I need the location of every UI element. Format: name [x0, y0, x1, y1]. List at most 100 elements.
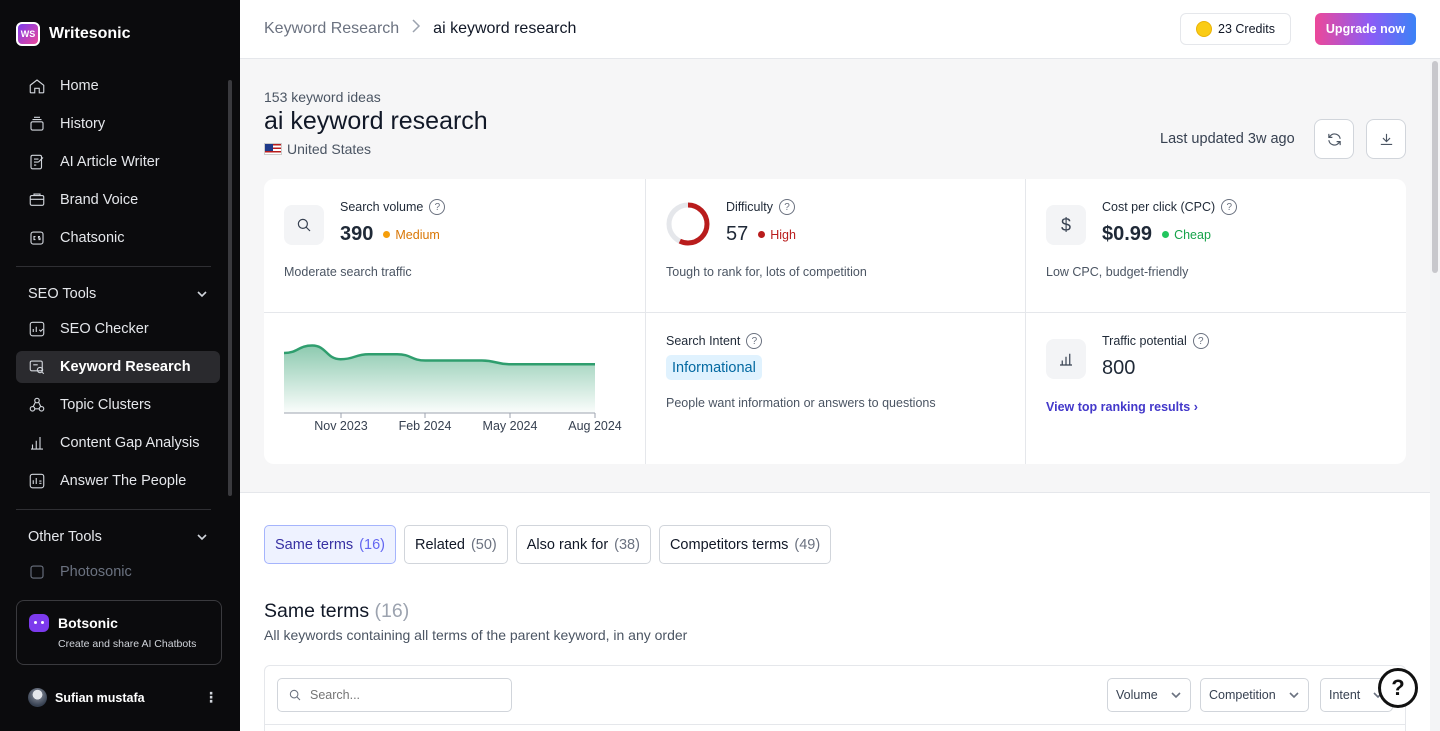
refresh-icon — [1327, 132, 1341, 146]
brand-name: Writesonic — [49, 25, 131, 42]
sidebar-item-answer-the-people[interactable]: Answer The People — [16, 465, 220, 497]
sidebar-item-label: Brand Voice — [60, 192, 139, 208]
sidebar-item-ai-article-writer[interactable]: AI Article Writer — [16, 146, 220, 178]
metrics-card: Search volume ? 390 Medium Moderate sear… — [264, 179, 1406, 464]
search-intent-label: Search Intent — [666, 334, 741, 348]
sidebar-item-chatsonic[interactable]: Chatsonic — [16, 222, 220, 254]
brand[interactable]: WS Writesonic — [16, 22, 131, 46]
search-icon — [284, 205, 324, 245]
chevron-down-icon — [196, 531, 208, 543]
tab-competitors-terms[interactable]: Competitors terms (49) — [658, 525, 832, 564]
refresh-button[interactable] — [1314, 119, 1354, 159]
credits-button[interactable]: 23 Credits — [1180, 13, 1291, 45]
competition-filter[interactable]: Competition — [1200, 678, 1309, 712]
sidebar-divider — [16, 509, 211, 510]
breadcrumb-current: ai keyword research — [433, 19, 577, 37]
sidebar-item-label: AI Article Writer — [60, 154, 160, 170]
x-tick-label: Aug 2024 — [568, 419, 622, 433]
tab-same-terms[interactable]: Same terms (16) — [264, 525, 396, 564]
sidebar-item-home[interactable]: Home — [16, 70, 220, 102]
help-circle-icon[interactable]: ? — [779, 199, 796, 215]
tab-count: (16) — [359, 536, 385, 553]
sidebar-item-photosonic[interactable]: Photosonic — [16, 556, 220, 588]
tab-also-rank-for[interactable]: Also rank for (38) — [515, 525, 651, 564]
dollar-icon: $ — [1046, 205, 1086, 245]
chevron-right-icon — [411, 19, 421, 38]
x-tick-label: Feb 2024 — [399, 419, 452, 433]
help-circle-icon[interactable]: ? — [1192, 333, 1209, 349]
cpc-desc: Low CPC, budget-friendly — [1046, 265, 1189, 279]
tab-count: (38) — [614, 536, 640, 553]
sidebar-divider — [16, 266, 211, 267]
medium-dot-icon — [383, 231, 391, 238]
article-icon — [28, 153, 46, 171]
cpc-value: $0.99 — [1102, 223, 1153, 245]
help-circle-icon[interactable]: ? — [1221, 199, 1238, 215]
intent-badge: Informational — [666, 355, 762, 380]
section-label: SEO Tools — [28, 286, 97, 302]
filter-label: Competition — [1209, 688, 1276, 702]
volume-trend-cell: Nov 2023 Feb 2024 May 2024 Aug 2024 — [264, 313, 646, 464]
photosonic-icon — [28, 563, 46, 581]
user-profile[interactable]: Sufian mustafa ⋮ — [28, 688, 218, 707]
tab-count: (50) — [470, 536, 497, 553]
botsonic-card[interactable]: Botsonic Create and share AI Chatbots — [16, 600, 222, 665]
help-circle-icon[interactable]: ? — [429, 199, 446, 215]
keyword-ideas-count: 153 keyword ideas — [264, 89, 381, 105]
chevron-down-icon — [196, 288, 208, 300]
volume-trend-chart[interactable]: Nov 2023 Feb 2024 May 2024 Aug 2024 — [264, 313, 646, 464]
seo-tools-section[interactable]: SEO Tools — [28, 286, 208, 302]
view-top-ranking-link[interactable]: View top ranking results › — [1046, 400, 1198, 414]
brand-voice-icon — [28, 191, 46, 209]
search-volume-label: Search volume — [340, 200, 424, 214]
country-label: United States — [287, 141, 372, 157]
download-button[interactable] — [1366, 119, 1406, 159]
filter-label: Intent — [1329, 688, 1361, 702]
sidebar-item-label: Answer The People — [60, 473, 187, 489]
sidebar-item-brand-voice[interactable]: Brand Voice — [16, 184, 220, 216]
sidebar-scrollbar[interactable] — [228, 80, 232, 496]
last-updated: Last updated 3w ago — [1160, 131, 1295, 147]
sidebar-item-label: Content Gap Analysis — [60, 435, 200, 451]
cpc-cell: $ Cost per click (CPC) ? $0.99 Cheap Low… — [1026, 179, 1406, 313]
sidebar-item-history[interactable]: History — [16, 108, 220, 140]
tab-count: (49) — [794, 536, 821, 553]
search-volume-level: Medium — [395, 227, 440, 242]
help-circle-icon[interactable]: ? — [746, 333, 763, 349]
sidebar-item-topic-clusters[interactable]: Topic Clusters — [16, 389, 220, 421]
other-tools-section[interactable]: Other Tools — [28, 529, 208, 545]
traffic-label: Traffic potential — [1102, 334, 1187, 348]
sidebar-item-content-gap-analysis[interactable]: Content Gap Analysis — [16, 427, 220, 459]
avatar — [28, 688, 47, 707]
search-icon — [289, 689, 301, 701]
tab-related[interactable]: Related (50) — [403, 525, 508, 564]
section-title-text: Same terms — [264, 600, 370, 622]
help-button[interactable]: ? — [1378, 668, 1418, 708]
sidebar-item-keyword-research[interactable]: Keyword Research — [16, 351, 220, 383]
section-subtitle: All keywords containing all terms of the… — [264, 627, 688, 643]
cpc-label: Cost per click (CPC) — [1102, 200, 1216, 214]
bot-icon — [29, 614, 49, 632]
tab-label: Also rank for — [526, 536, 609, 553]
breadcrumb-root[interactable]: Keyword Research — [264, 20, 399, 38]
search-volume-cell: Search volume ? 390 Medium Moderate sear… — [264, 179, 646, 313]
sidebar-item-label: Chatsonic — [60, 230, 125, 246]
breadcrumb: Keyword Research ai keyword research — [264, 19, 576, 38]
main-scrollbar[interactable] — [1430, 59, 1440, 731]
sidebar-item-label: Home — [60, 78, 99, 94]
difficulty-gauge-icon — [666, 202, 710, 246]
search-input[interactable] — [310, 688, 500, 702]
sidebar-item-label: History — [60, 116, 106, 132]
search-box[interactable] — [277, 678, 512, 712]
keywords-table: Volume Competition Intent — [264, 665, 1406, 731]
sidebar-item-seo-checker[interactable]: SEO Checker — [16, 313, 220, 345]
more-options-icon[interactable]: ⋮ — [204, 689, 218, 706]
filter-label: Volume — [1116, 688, 1158, 702]
country-selector[interactable]: United States — [264, 141, 371, 157]
traffic-value: 800 — [1102, 357, 1136, 379]
page-title: ai keyword research — [264, 107, 488, 135]
upgrade-button[interactable]: Upgrade now — [1315, 13, 1416, 45]
volume-filter[interactable]: Volume — [1107, 678, 1191, 712]
user-name: Sufian mustafa — [55, 690, 145, 705]
keyword-research-icon — [28, 358, 46, 376]
